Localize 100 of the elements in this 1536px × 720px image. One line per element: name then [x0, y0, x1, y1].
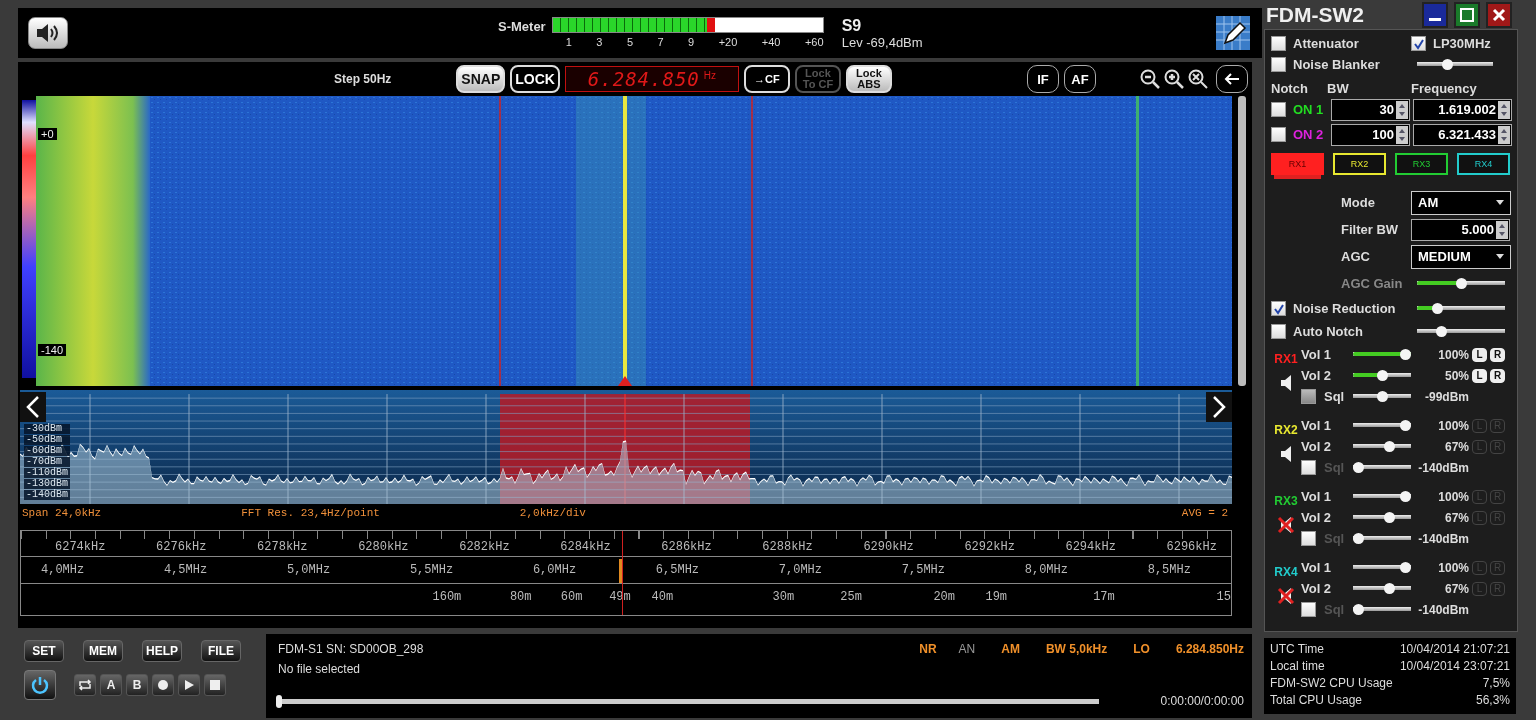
zoom-reset-icon[interactable]: [1187, 68, 1209, 90]
spinner-icon[interactable]: [1498, 100, 1510, 119]
scrollbar[interactable]: [1238, 96, 1246, 386]
filter-bandwidth-field[interactable]: 5.000: [1411, 218, 1510, 241]
column-header: BW: [1327, 80, 1350, 96]
speaker-icon[interactable]: [1280, 445, 1292, 463]
frequency-field[interactable]: 6.321.433: [1413, 123, 1512, 146]
record-button[interactable]: [152, 674, 174, 696]
s-meter-scale-label: 9: [688, 35, 695, 48]
volume-label: Vol 2: [1301, 510, 1333, 525]
slider-thumb[interactable]: [1400, 420, 1411, 431]
filter-button[interactable]: IF: [1027, 65, 1059, 93]
checkbox[interactable]: [1271, 102, 1286, 117]
slider-thumb[interactable]: [276, 694, 282, 708]
channel-toggle[interactable]: R: [1490, 347, 1505, 362]
status-label: FDM-SW2 CPU Usage: [1270, 676, 1393, 692]
menu-button[interactable]: FILE: [201, 640, 241, 662]
channel-toggle[interactable]: L: [1472, 347, 1487, 362]
status-indicator: AN: [958, 642, 976, 656]
receiver-tab[interactable]: RX4: [1457, 153, 1510, 175]
checkbox[interactable]: [1301, 389, 1316, 404]
filter-button[interactable]: AF: [1064, 65, 1096, 93]
receiver-tab[interactable]: RX2: [1333, 153, 1386, 175]
db-label: -50dBm: [24, 435, 70, 445]
slider-thumb[interactable]: [1376, 370, 1388, 381]
checkbox[interactable]: [1271, 57, 1286, 72]
slider-thumb[interactable]: [1400, 349, 1411, 360]
loop-button[interactable]: [74, 674, 96, 696]
status-label: Total CPU Usage: [1270, 693, 1363, 709]
spinner-icon[interactable]: [1498, 125, 1510, 144]
menu-button[interactable]: MEM: [83, 640, 123, 662]
muted-speaker-icon[interactable]: [1277, 516, 1295, 534]
bandwidth-field[interactable]: 100: [1331, 123, 1410, 146]
receiver-tab[interactable]: RX3: [1395, 153, 1448, 175]
back-button[interactable]: [1216, 65, 1248, 93]
status-value: 56,3%: [1475, 693, 1510, 709]
band-label: 160m: [432, 590, 462, 604]
bandwidth-field[interactable]: 30: [1331, 98, 1410, 121]
slider-thumb[interactable]: [1436, 326, 1448, 337]
speaker-button[interactable]: [28, 17, 68, 49]
zoom-in-icon[interactable]: [1163, 68, 1185, 90]
transport-button[interactable]: A: [100, 674, 122, 696]
squelch-value: -140dBm: [1417, 602, 1469, 617]
slider-thumb[interactable]: [1384, 512, 1396, 523]
minimize-icon: [1429, 17, 1441, 21]
slider-thumb[interactable]: [1432, 303, 1444, 314]
slider-thumb[interactable]: [1384, 583, 1396, 594]
band-label: 20m: [933, 590, 955, 604]
db-label: -70dBm: [24, 457, 70, 467]
toolbar-toggle[interactable]: →CF: [743, 65, 790, 93]
play-button[interactable]: [178, 674, 200, 696]
pen-button[interactable]: [1214, 14, 1252, 52]
checkbox[interactable]: [1271, 324, 1286, 339]
slider-thumb[interactable]: [1400, 491, 1411, 502]
transport-button[interactable]: B: [126, 674, 148, 696]
checkbox[interactable]: [1411, 36, 1426, 51]
toolbar-toggle[interactable]: LOCK: [510, 65, 560, 93]
s-meter-scale-label: 5: [626, 35, 633, 48]
db-label: -130dBm: [24, 479, 70, 489]
status-indicator: LO: [1133, 642, 1150, 656]
toolbar-toggle[interactable]: Lock ABS: [845, 65, 892, 93]
channel-toggle[interactable]: R: [1490, 368, 1505, 383]
checkbox[interactable]: [1271, 127, 1286, 142]
volume-label: Vol 1: [1301, 418, 1333, 433]
mode-dropdown[interactable]: AM: [1411, 190, 1511, 215]
span-label: Span 24,0kHz: [22, 507, 102, 519]
agc-dropdown[interactable]: MEDIUM: [1411, 244, 1511, 269]
speaker-icon[interactable]: [1280, 374, 1292, 392]
frequency-label: 5,5MHz: [409, 563, 454, 577]
volume-value: 67%: [1443, 510, 1469, 525]
checkbox[interactable]: [1271, 36, 1286, 51]
slider-thumb[interactable]: [1376, 391, 1388, 402]
stop-button[interactable]: [204, 674, 226, 696]
slider-thumb[interactable]: [1384, 441, 1396, 452]
slider-thumb[interactable]: [1400, 562, 1411, 573]
toolbar-toggle[interactable]: SNAP: [456, 65, 506, 93]
minimize-button[interactable]: [1422, 1, 1448, 28]
frequency-label: 8,5MHz: [1147, 563, 1191, 577]
scale-label: -140: [38, 344, 67, 356]
frequency-display: 6.284.850 Hz: [564, 66, 739, 92]
spinner-icon[interactable]: [1396, 125, 1408, 144]
s-meter-label: S-Meter: [498, 18, 546, 34]
power-button[interactable]: [24, 670, 56, 700]
scroll-right-button[interactable]: [1206, 392, 1232, 422]
spinner-icon[interactable]: [1396, 100, 1408, 119]
channel-toggle[interactable]: L: [1472, 368, 1487, 383]
volume-label: Vol 2: [1301, 581, 1333, 596]
close-button[interactable]: [1486, 1, 1512, 28]
maximize-button[interactable]: [1454, 1, 1480, 28]
slider-thumb[interactable]: [1441, 59, 1453, 70]
checkbox[interactable]: [1271, 301, 1286, 316]
zoom-out-icon[interactable]: [1139, 68, 1161, 90]
spinner-icon[interactable]: [1496, 220, 1508, 239]
menu-button[interactable]: HELP: [142, 640, 182, 662]
menu-button[interactable]: SET: [24, 640, 64, 662]
status-indicator: NR: [919, 642, 937, 656]
scroll-left-button[interactable]: [20, 392, 46, 422]
muted-speaker-icon[interactable]: [1277, 587, 1295, 605]
maximize-icon: [1459, 6, 1475, 23]
frequency-field[interactable]: 1.619.002: [1413, 98, 1512, 121]
